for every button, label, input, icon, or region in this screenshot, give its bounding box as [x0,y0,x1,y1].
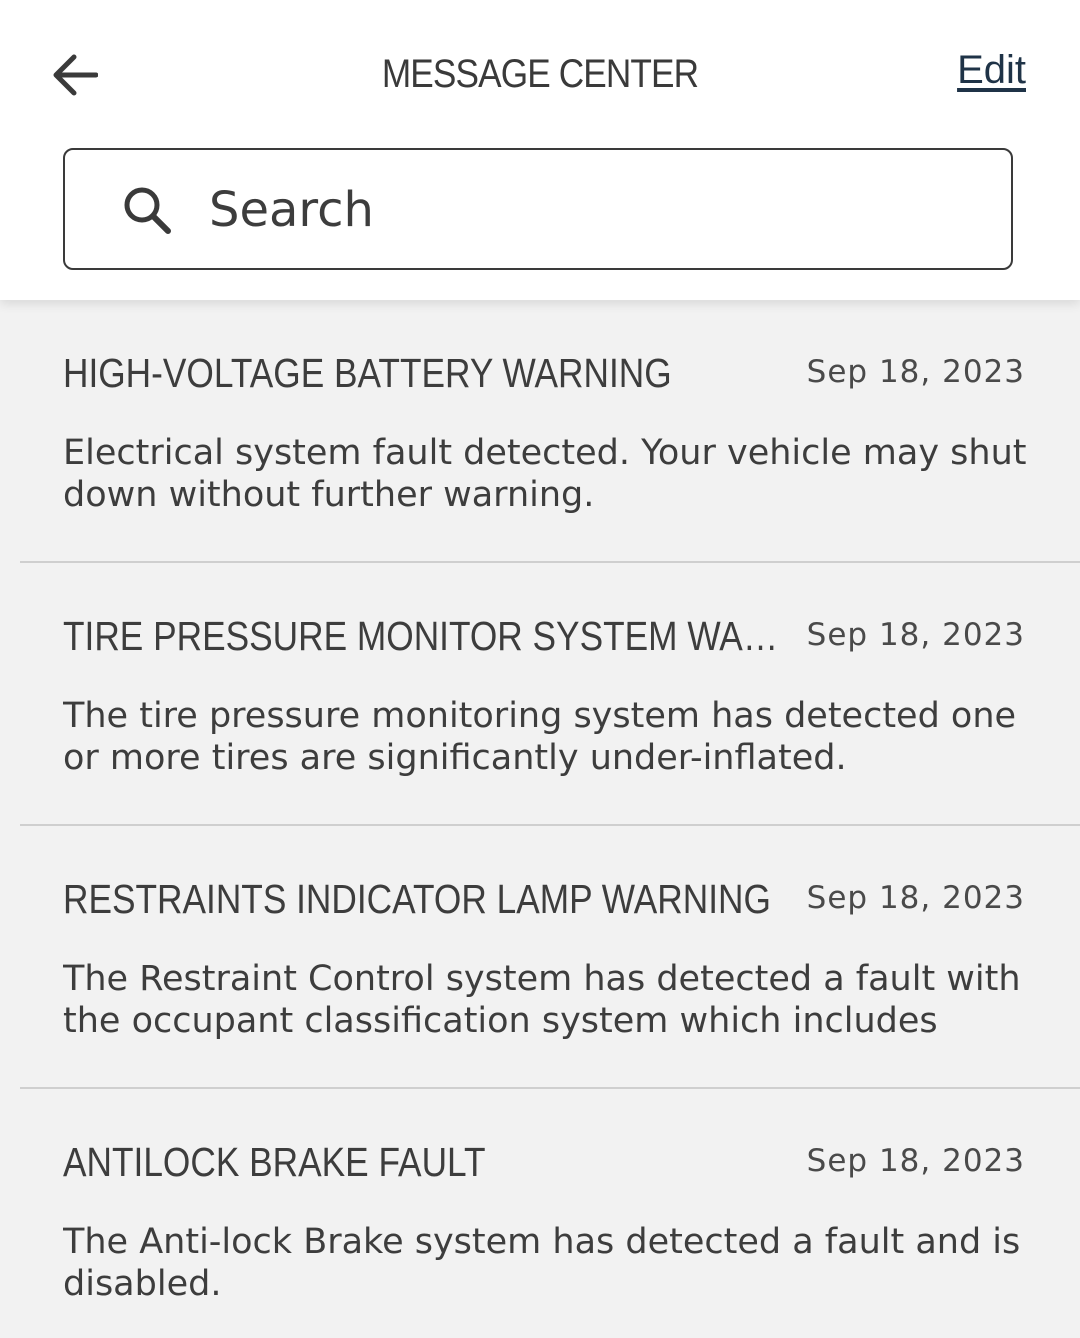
message-body: The Restraint Control system has detecte… [63,959,1021,1041]
message-body: The tire pressure monitoring system has … [63,696,1017,778]
message-date: Sep 18, 2023 [806,1143,1025,1179]
message-title: TIRE PRESSURE MONITOR SYSTEM WARNI... [63,613,799,659]
page-title: MESSAGE CENTER [381,52,699,96]
message-list: HIGH-VOLTAGE BATTERY WARNING Sep 18, 202… [0,300,1080,1338]
message-center-screen: MESSAGE CENTER Edit HIGH-VOLTAGE BATTERY… [0,0,1080,1338]
message-title: HIGH-VOLTAGE BATTERY WARNING [63,350,672,396]
message-item-tire-pressure[interactable]: TIRE PRESSURE MONITOR SYSTEM WARNI... Se… [0,563,1080,826]
header: MESSAGE CENTER Edit [0,0,1080,300]
search-input[interactable] [209,172,969,248]
message-date: Sep 18, 2023 [806,354,1025,390]
message-title: ANTILOCK BRAKE FAULT [63,1139,486,1185]
edit-button[interactable]: Edit [957,48,1026,93]
message-title: RESTRAINTS INDICATOR LAMP WARNING [63,876,771,922]
message-date: Sep 18, 2023 [806,880,1025,916]
search-icon [124,187,171,234]
message-item-restraints-indicator[interactable]: RESTRAINTS INDICATOR LAMP WARNING Sep 18… [0,826,1080,1089]
search-bar[interactable] [63,148,1013,270]
message-date: Sep 18, 2023 [806,617,1025,653]
message-item-antilock-brake[interactable]: ANTILOCK BRAKE FAULT Sep 18, 2023 The An… [0,1089,1080,1338]
message-body: The Anti-lock Brake system has detected … [63,1222,1021,1304]
message-item-high-voltage-battery[interactable]: HIGH-VOLTAGE BATTERY WARNING Sep 18, 202… [0,300,1080,563]
message-body: Electrical system fault detected. Your v… [63,433,1027,515]
